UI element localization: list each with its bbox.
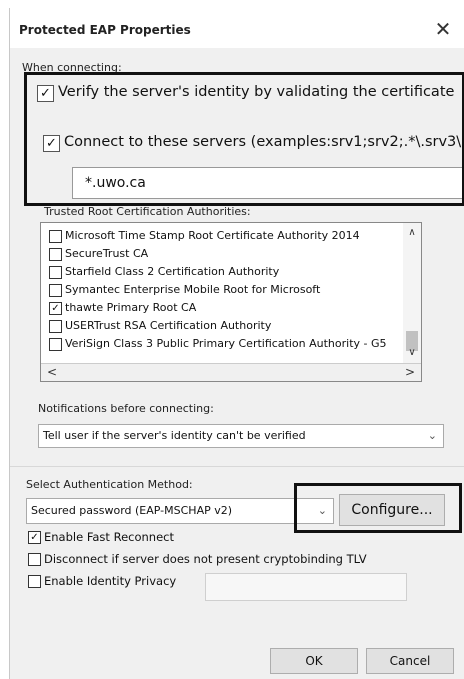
- list-item-checkbox[interactable]: [49, 266, 62, 279]
- list-item-label: VeriSign Class 3 Public Primary Certific…: [65, 337, 387, 350]
- identity-privacy-field: [205, 573, 407, 601]
- list-item-label: Starfield Class 2 Certification Authorit…: [65, 265, 280, 278]
- identity-privacy-label: Enable Identity Privacy: [44, 574, 177, 588]
- disconnect-cryptobinding-label: Disconnect if server does not present cr…: [44, 552, 367, 566]
- list-item[interactable]: Starfield Class 2 Certification Authorit…: [41, 263, 401, 281]
- horizontal-scrollbar[interactable]: < >: [41, 363, 421, 381]
- list-item-checkbox[interactable]: ✓: [49, 302, 62, 315]
- notifications-dropdown[interactable]: Tell user if the server's identity can't…: [38, 424, 444, 448]
- scroll-right-icon[interactable]: >: [401, 364, 419, 380]
- list-item[interactable]: ✓ thawte Primary Root CA: [41, 299, 401, 317]
- list-item-checkbox[interactable]: [49, 284, 62, 297]
- auth-method-selected: Secured password (EAP-MSCHAP v2): [31, 504, 233, 517]
- auth-method-dropdown[interactable]: Secured password (EAP-MSCHAP v2) ⌄: [26, 498, 334, 524]
- check-icon: ✓: [51, 303, 60, 314]
- connect-servers-label: Connect to these servers (examples:srv1;…: [64, 134, 464, 150]
- check-icon: ✓: [30, 532, 39, 543]
- list-item-label: USERTrust RSA Certification Authority: [65, 319, 272, 332]
- list-item[interactable]: Microsoft Time Stamp Root Certificate Au…: [41, 227, 401, 245]
- scroll-down-icon[interactable]: ∨: [403, 347, 421, 358]
- list-item[interactable]: USERTrust RSA Certification Authority: [41, 317, 401, 335]
- list-item[interactable]: VeriSign Class 3 Public Primary Certific…: [41, 335, 401, 353]
- servers-input[interactable]: [83, 174, 457, 192]
- vertical-scrollbar[interactable]: ∧ ∨: [403, 223, 421, 363]
- when-connecting-heading: When connecting:: [22, 61, 122, 74]
- fast-reconnect-checkbox[interactable]: ✓: [28, 531, 41, 544]
- trusted-roots-list[interactable]: Microsoft Time Stamp Root Certificate Au…: [40, 222, 422, 382]
- list-item-checkbox[interactable]: [49, 230, 62, 243]
- list-item-checkbox[interactable]: [49, 248, 62, 261]
- verify-identity-label: Verify the server's identity by validati…: [58, 84, 455, 100]
- list-item-label: Symantec Enterprise Mobile Root for Micr…: [65, 283, 321, 296]
- peap-properties-dialog: Protected EAP Properties ✕ When connecti…: [9, 8, 464, 679]
- auth-method-heading: Select Authentication Method:: [26, 478, 193, 491]
- section-divider: [10, 466, 464, 467]
- dialog-title: Protected EAP Properties: [19, 23, 191, 37]
- list-item-checkbox[interactable]: [49, 338, 62, 351]
- servers-input-box[interactable]: [72, 167, 464, 199]
- list-item-label: SecureTrust CA: [65, 247, 149, 260]
- ok-button[interactable]: OK: [270, 648, 358, 674]
- connect-servers-checkbox[interactable]: ✓: [43, 135, 60, 152]
- scroll-left-icon[interactable]: <: [43, 364, 61, 380]
- list-item[interactable]: SecureTrust CA: [41, 245, 401, 263]
- list-item-label: thawte Primary Root CA: [65, 301, 197, 314]
- chevron-down-icon: ⌄: [317, 504, 327, 517]
- verify-identity-checkbox[interactable]: ✓: [37, 85, 54, 102]
- list-item-label: Microsoft Time Stamp Root Certificate Au…: [65, 229, 360, 242]
- close-button[interactable]: ✕: [429, 16, 457, 42]
- trusted-roots-heading: Trusted Root Certification Authorities:: [44, 205, 251, 218]
- title-bar: Protected EAP Properties ✕: [10, 8, 464, 48]
- scroll-up-icon[interactable]: ∧: [403, 227, 421, 238]
- notifications-heading: Notifications before connecting:: [38, 402, 214, 415]
- list-item[interactable]: Symantec Enterprise Mobile Root for Micr…: [41, 281, 401, 299]
- close-icon: ✕: [434, 17, 452, 41]
- check-icon: ✓: [46, 136, 57, 151]
- list-item-checkbox[interactable]: [49, 320, 62, 333]
- check-icon: ✓: [40, 86, 51, 101]
- notifications-selected: Tell user if the server's identity can't…: [43, 429, 306, 442]
- chevron-down-icon: ⌄: [427, 429, 437, 442]
- cancel-button[interactable]: Cancel: [366, 648, 454, 674]
- configure-button[interactable]: Configure...: [339, 494, 445, 526]
- disconnect-cryptobinding-checkbox[interactable]: [28, 553, 41, 566]
- fast-reconnect-label: Enable Fast Reconnect: [44, 530, 174, 544]
- identity-privacy-checkbox[interactable]: [28, 575, 41, 588]
